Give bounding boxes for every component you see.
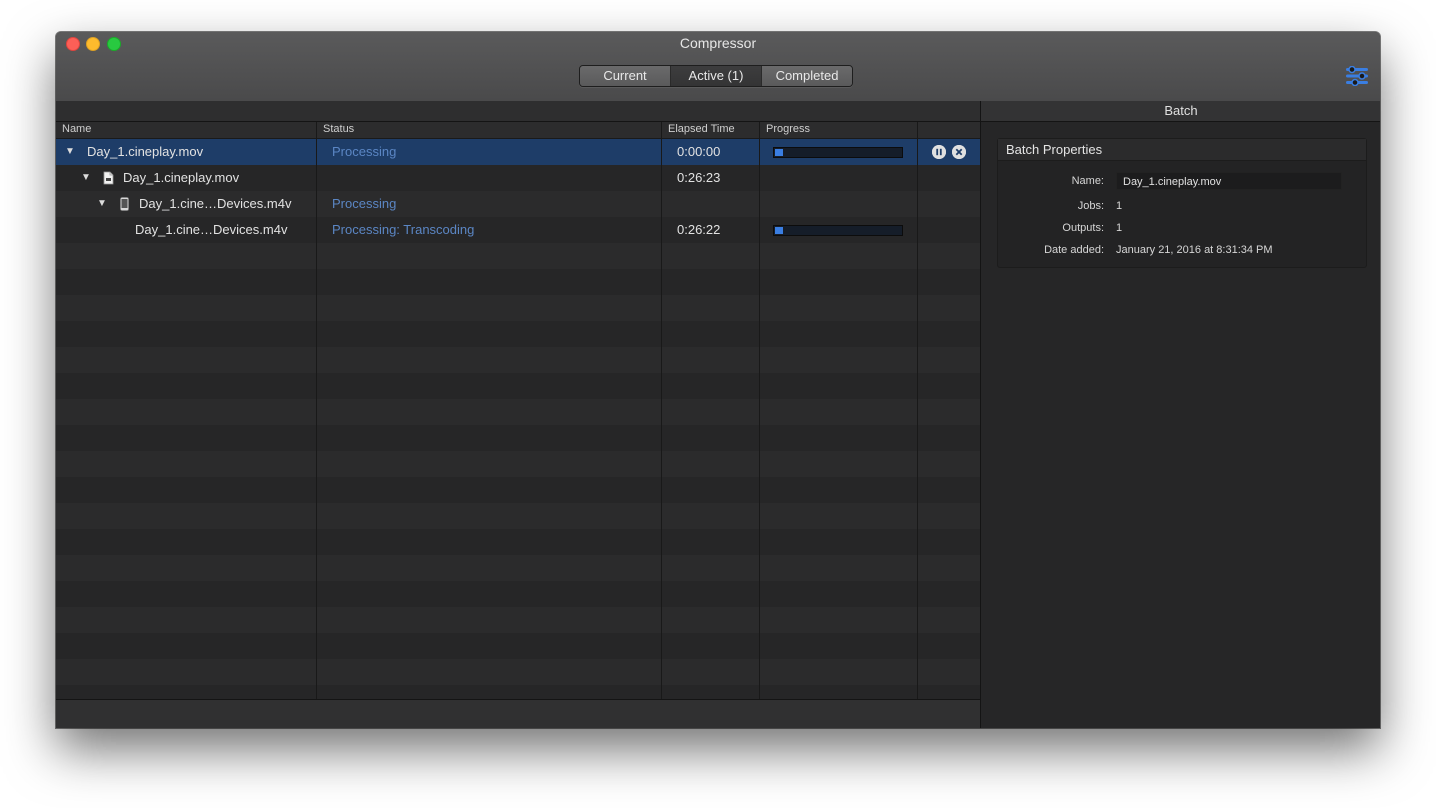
- toolbar: Compressor Current Active (1) Completed: [56, 32, 1380, 102]
- table-row-job[interactable]: ▼ Day_1.cineplay.mov 0:26:23: [56, 165, 980, 191]
- column-elapsed-time[interactable]: Elapsed Time: [668, 123, 735, 135]
- job-table: ▼ Day_1.cineplay.mov Processing 0:00:00 …: [56, 139, 980, 699]
- name-label: Name:: [1071, 175, 1104, 187]
- outputs-label: Outputs:: [1062, 222, 1104, 234]
- empty-row: [56, 607, 980, 633]
- column-progress[interactable]: Progress: [766, 123, 810, 135]
- table-row-batch[interactable]: ▼ Day_1.cineplay.mov Processing 0:00:00: [56, 139, 980, 165]
- empty-row: [56, 347, 980, 373]
- empty-row: [56, 295, 980, 321]
- row-name: Day_1.cineplay.mov: [123, 170, 240, 185]
- table-row-task[interactable]: Day_1.cine…Devices.m4v Processing: Trans…: [56, 217, 980, 243]
- column-status[interactable]: Status: [323, 123, 354, 135]
- empty-row: [56, 373, 980, 399]
- empty-row: [56, 451, 980, 477]
- empty-row: [56, 633, 980, 659]
- row-name: Day_1.cine…Devices.m4v: [139, 196, 292, 211]
- document-icon: [103, 171, 114, 190]
- inspector-header: Batch: [981, 101, 1380, 122]
- phone-icon: [120, 197, 129, 216]
- column-divider: [759, 122, 760, 700]
- column-divider: [917, 122, 918, 700]
- row-elapsed: 0:26:22: [677, 222, 721, 237]
- empty-row: [56, 321, 980, 347]
- column-name[interactable]: Name: [62, 123, 91, 135]
- jobs-value: 1: [1116, 200, 1123, 212]
- empty-row: [56, 581, 980, 607]
- column-divider: [661, 122, 662, 700]
- row-elapsed: 0:26:23: [677, 170, 721, 185]
- row-status: Processing: [332, 196, 397, 211]
- sliders-icon[interactable]: [1345, 65, 1369, 87]
- column-divider: [316, 122, 317, 700]
- empty-row: [56, 685, 980, 699]
- empty-row: [56, 477, 980, 503]
- table-row-output[interactable]: ▼ Day_1.cine…Devices.m4v Processing: [56, 191, 980, 217]
- view-segmented-control: Current Active (1) Completed: [579, 65, 853, 87]
- batch-properties-panel: Batch Properties Name: Day_1.cineplay.mo…: [997, 138, 1367, 268]
- compressor-window: Compressor Current Active (1) Completed …: [56, 32, 1380, 728]
- empty-row: [56, 399, 980, 425]
- progress-bar: [773, 147, 903, 158]
- pause-icon[interactable]: [932, 145, 946, 159]
- row-status: Processing: [332, 144, 397, 159]
- status-bar: [56, 699, 980, 728]
- tab-active[interactable]: Active (1): [670, 66, 761, 86]
- row-status: Processing: Transcoding: [332, 222, 475, 237]
- window-title: Compressor: [679, 35, 757, 51]
- jobs-label: Jobs:: [1077, 200, 1104, 212]
- batch-list-pane: Name Status Elapsed Time Progress ▼ Day_…: [56, 101, 980, 728]
- disclosure-triangle-icon[interactable]: ▼: [65, 139, 75, 165]
- disclosure-triangle-icon[interactable]: ▼: [81, 165, 91, 191]
- tab-current[interactable]: Current: [580, 66, 670, 86]
- empty-row: [56, 425, 980, 451]
- progress-bar: [773, 225, 903, 236]
- row-elapsed: 0:00:00: [677, 144, 721, 159]
- batch-name-field[interactable]: Day_1.cineplay.mov: [1116, 172, 1342, 190]
- batch-properties-title: Batch Properties: [998, 139, 1366, 161]
- empty-row: [56, 243, 980, 269]
- date-added-label: Date added:: [1044, 244, 1104, 256]
- row-name: Day_1.cineplay.mov: [87, 144, 204, 159]
- date-added-value: January 21, 2016 at 8:31:34 PM: [1116, 244, 1273, 256]
- outputs-value: 1: [1116, 222, 1123, 234]
- column-header: Name Status Elapsed Time Progress: [56, 122, 980, 139]
- disclosure-triangle-icon[interactable]: ▼: [97, 191, 107, 217]
- empty-row: [56, 659, 980, 685]
- row-name: Day_1.cine…Devices.m4v: [135, 222, 288, 237]
- empty-row: [56, 529, 980, 555]
- empty-row: [56, 555, 980, 581]
- empty-row: [56, 269, 980, 295]
- tab-completed[interactable]: Completed: [761, 66, 852, 86]
- inspector-pane: Batch Batch Properties Name: Day_1.cinep…: [980, 101, 1380, 728]
- pane-header-strip: [56, 101, 980, 122]
- empty-row: [56, 503, 980, 529]
- cancel-icon[interactable]: [952, 145, 966, 159]
